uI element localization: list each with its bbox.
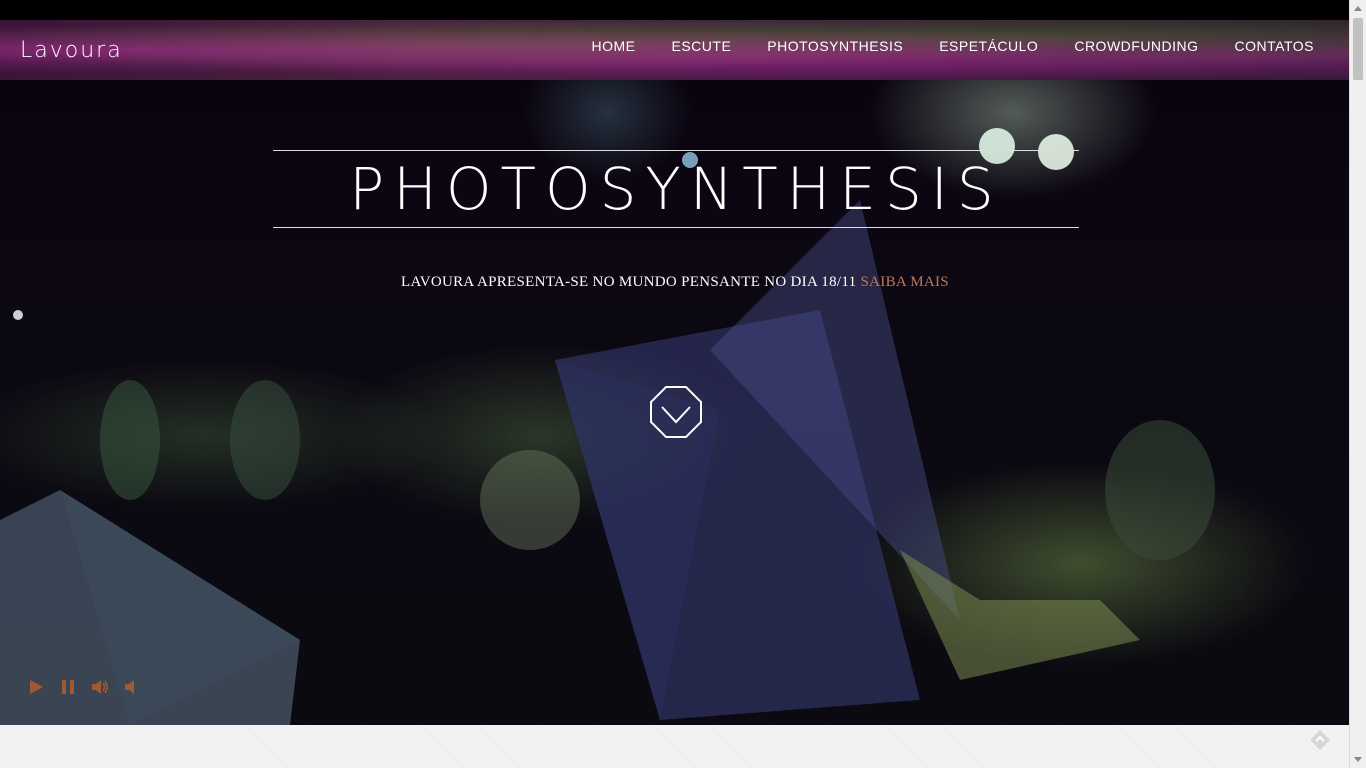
saiba-mais-link[interactable]: SAIBA MAIS: [861, 274, 949, 290]
scroll-down-button[interactable]: [649, 385, 703, 439]
scrollbar-thumb[interactable]: [1353, 18, 1363, 80]
nav-photosynthesis[interactable]: PHOTOSYNTHESIS: [767, 38, 903, 54]
hero-tagline: LAVOURA APRESENTA-SE NO MUNDO PENSANTE N…: [0, 274, 1350, 291]
pause-icon[interactable]: [59, 678, 77, 696]
nav-home[interactable]: HOME: [592, 38, 636, 54]
scroll-up-arrow-icon[interactable]: [1354, 6, 1362, 11]
site-logo[interactable]: Lavoura: [20, 38, 123, 63]
site-header: Lavoura HOME ESCUTE PHOTOSYNTHESIS ESPET…: [0, 20, 1350, 80]
back-to-top-icon[interactable]: [1308, 728, 1332, 752]
video-controls: [27, 678, 141, 696]
volume-up-icon[interactable]: [91, 678, 109, 696]
footer-pattern-strip: [0, 725, 1350, 768]
top-black-bar: [0, 0, 1350, 20]
scroll-down-arrow-icon[interactable]: [1354, 757, 1362, 762]
nav-contatos[interactable]: CONTATOS: [1235, 38, 1314, 54]
page-scrollbar[interactable]: [1349, 0, 1366, 768]
nav-escute[interactable]: ESCUTE: [672, 38, 732, 54]
main-nav: HOME ESCUTE PHOTOSYNTHESIS ESPETÁCULO CR…: [592, 38, 1315, 54]
nav-crowdfunding[interactable]: CROWDFUNDING: [1074, 38, 1198, 54]
volume-mute-icon[interactable]: [123, 678, 141, 696]
hero-tagline-text: LAVOURA APRESENTA-SE NO MUNDO PENSANTE N…: [401, 274, 857, 290]
nav-espetaculo[interactable]: ESPETÁCULO: [939, 38, 1038, 54]
hero-title: PHOTOSYNTHESIS: [349, 155, 1003, 223]
hero-section: PHOTOSYNTHESIS LAVOURA APRESENTA-SE NO M…: [0, 80, 1350, 725]
chevron-down-octagon-icon: [650, 386, 702, 438]
play-icon[interactable]: [27, 678, 45, 696]
hero-title-box: PHOTOSYNTHESIS: [273, 150, 1079, 228]
